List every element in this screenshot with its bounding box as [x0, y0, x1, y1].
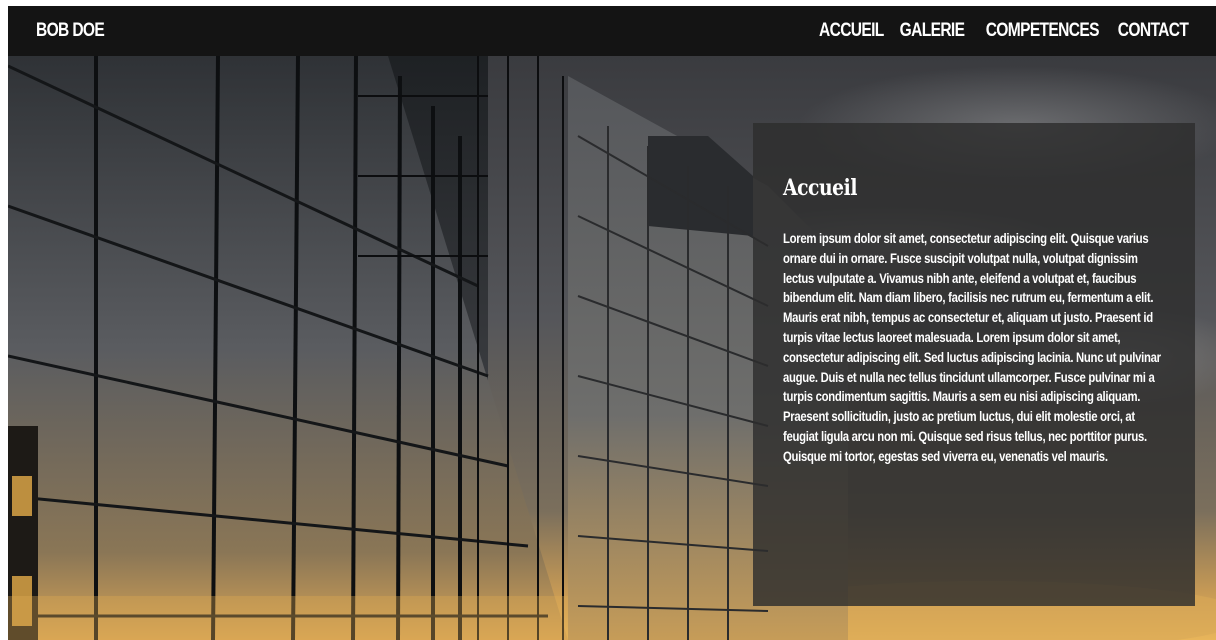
main-nav: ACCUEIL GALERIE COMPETENCES CONTACT: [812, 20, 1198, 44]
page-viewport: BOB DOE ACCUEIL GALERIE COMPETENCES CONT…: [8, 6, 1216, 640]
nav-link-competences[interactable]: COMPETENCES: [986, 20, 1100, 44]
nav-link-accueil[interactable]: ACCUEIL: [819, 20, 884, 44]
top-navigation-bar: BOB DOE ACCUEIL GALERIE COMPETENCES CONT…: [8, 6, 1216, 56]
site-brand-link[interactable]: BOB DOE: [36, 20, 105, 42]
section-body-text: Lorem ipsum dolor sit amet, consectetur …: [783, 231, 1161, 464]
content-panel: Accueil Lorem ipsum dolor sit amet, cons…: [753, 123, 1195, 606]
section-title: Accueil: [783, 175, 858, 201]
nav-link-contact[interactable]: CONTACT: [1116, 20, 1190, 44]
nav-link-galerie[interactable]: GALERIE: [899, 20, 965, 44]
